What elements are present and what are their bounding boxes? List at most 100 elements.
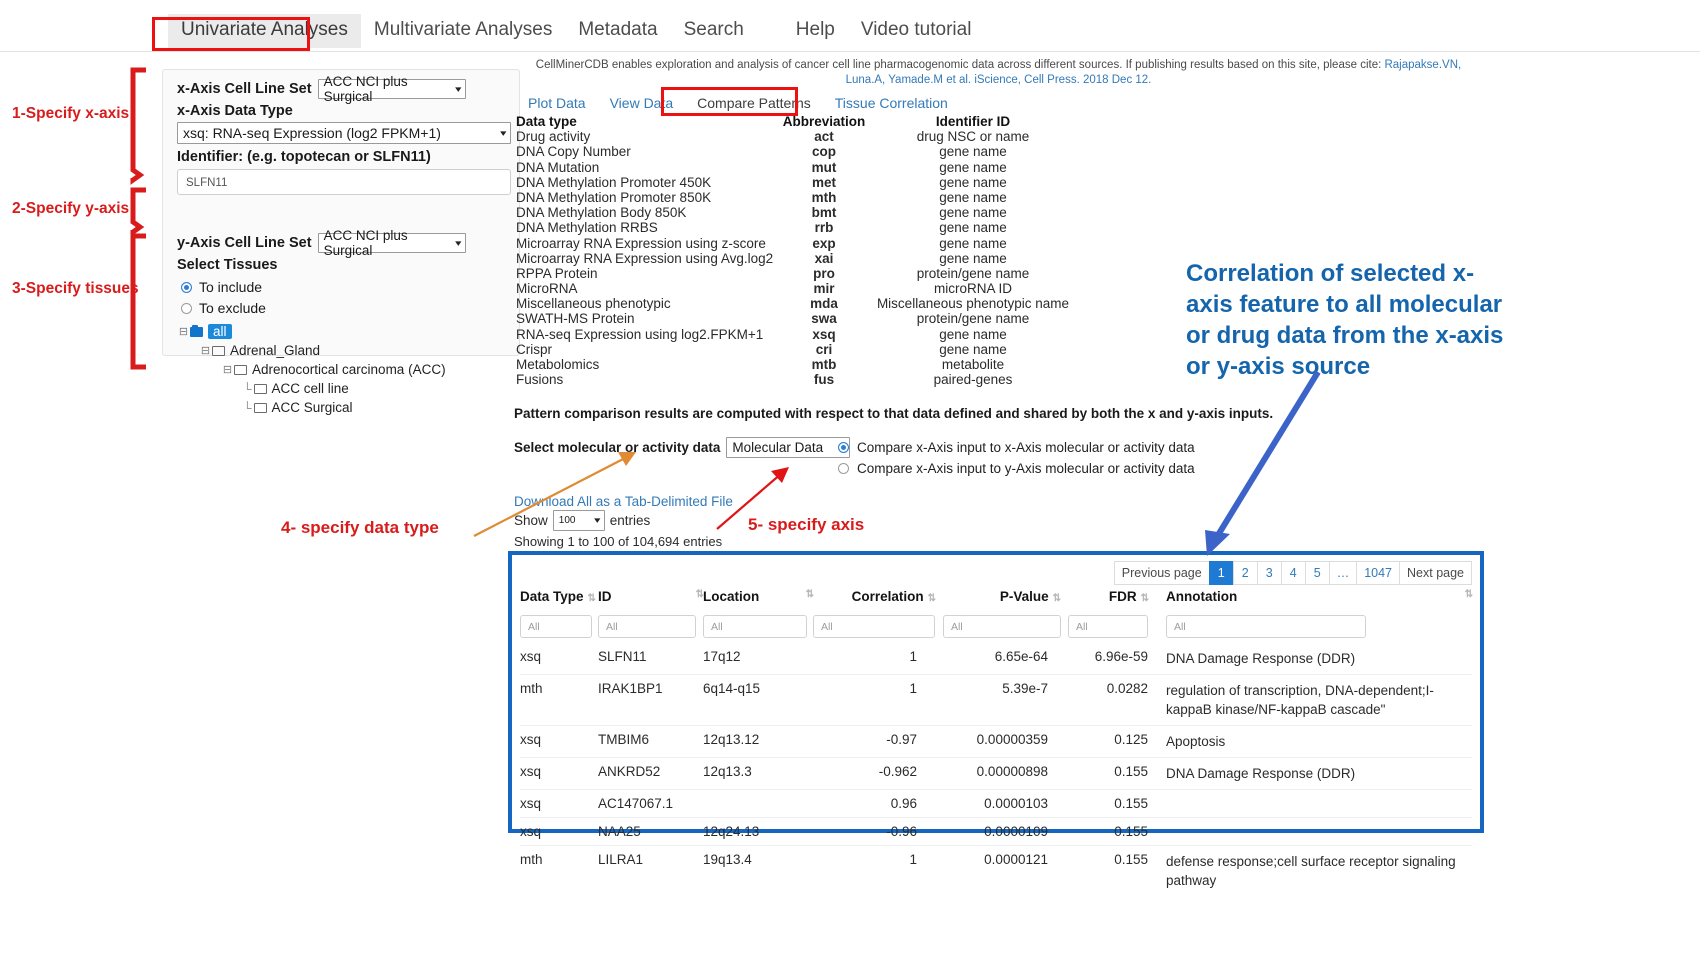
- col-header-annotation[interactable]: Annotation⇅: [1156, 589, 1472, 604]
- col-header-fdr[interactable]: FDR⇅: [1068, 589, 1156, 604]
- datatype-name: Metabolomics: [516, 357, 778, 372]
- pagination-button[interactable]: Next page: [1399, 561, 1472, 585]
- nav-item-help[interactable]: Help: [783, 14, 848, 48]
- compare-option-x-axis[interactable]: Compare x-Axis input to x-Axis molecular…: [838, 437, 1195, 458]
- result-cell-id: ANKRD52: [598, 764, 703, 779]
- download-tab-delimited-link[interactable]: Download All as a Tab-Delimited File: [514, 494, 733, 509]
- expand-collapse-icon[interactable]: ⊟: [221, 363, 234, 376]
- tree-node-acc-cell-line[interactable]: └ ACC cell line: [177, 379, 511, 398]
- tab-compare-patterns[interactable]: Compare Patterns: [685, 89, 823, 117]
- col-header-annotation-label: Annotation: [1166, 589, 1237, 604]
- datatype-abbreviation: met: [778, 175, 870, 190]
- tree-node-acc[interactable]: ⊟ Adrenocortical carcinoma (ACC): [177, 360, 511, 379]
- column-filters: All All All All All All All: [512, 615, 1480, 638]
- table-row[interactable]: xsqAC147067.10.960.00001030.155: [520, 789, 1472, 817]
- datatype-name: DNA Methylation Promoter 850K: [516, 190, 778, 205]
- table-row[interactable]: xsqTMBIM612q13.12-0.970.000003590.125Apo…: [520, 725, 1472, 757]
- col-header-location-label: Location: [703, 589, 759, 604]
- results-table-header: Data Type⇅ ID⇅ Location⇅ Correlation⇅ P-…: [512, 589, 1480, 604]
- radio-to-exclude[interactable]: To exclude: [181, 300, 511, 316]
- result-cell-pvalue: 0.0000103: [943, 796, 1068, 811]
- tab-view-data[interactable]: View Data: [598, 89, 686, 117]
- folder-icon: [254, 384, 267, 394]
- col-header-id[interactable]: ID⇅: [598, 589, 703, 604]
- result-cell-id: IRAK1BP1: [598, 681, 703, 696]
- datatype-abbreviation: mth: [778, 190, 870, 205]
- x-axis-datatype-select[interactable]: xsq: RNA-seq Expression (log2 FPKM+1) ▾: [177, 122, 511, 144]
- datatype-identifier-id: gene name: [870, 220, 1076, 235]
- nav-item-multivariate-analyses[interactable]: Multivariate Analyses: [361, 14, 565, 48]
- filter-input-id[interactable]: All: [598, 615, 696, 638]
- nav-items: Univariate Analyses Multivariate Analyse…: [168, 14, 984, 48]
- datatype-identifier-id: paired-genes: [870, 372, 1076, 387]
- tab-tissue-correlation[interactable]: Tissue Correlation: [823, 89, 960, 117]
- datatype-name: Fusions: [516, 372, 778, 387]
- pagination-button[interactable]: 1047: [1356, 561, 1400, 585]
- filter-input-location[interactable]: All: [703, 615, 807, 638]
- nav-item-metadata[interactable]: Metadata: [565, 14, 670, 48]
- sort-icon: ⇅: [1141, 593, 1148, 604]
- table-row[interactable]: xsqNAA2512q24.13-0.960.00001090.155: [520, 817, 1472, 845]
- radio-to-include[interactable]: To include: [181, 279, 511, 295]
- table-row[interactable]: mthLILRA119q13.410.00001210.155defense r…: [520, 845, 1472, 896]
- filter-input-pvalue[interactable]: All: [943, 615, 1061, 638]
- result-cell-correlation: -0.96: [813, 824, 943, 839]
- show-entries-suffix: entries: [610, 513, 651, 528]
- datatype-table-row: Microarray RNA Expression using Avg.log2…: [516, 251, 1076, 266]
- nav-item-search[interactable]: Search: [671, 14, 757, 48]
- tree-node-adrenal-gland[interactable]: ⊟ Adrenal_Gland: [177, 341, 511, 360]
- pagination-button[interactable]: 1: [1209, 561, 1234, 585]
- select-molecular-data-select[interactable]: Molecular Data ▾: [726, 437, 850, 458]
- tree-node-acc-surgical[interactable]: └ ACC Surgical: [177, 398, 511, 417]
- col-header-data-type[interactable]: Data Type⇅: [520, 589, 598, 604]
- result-cell-pvalue: 0.00000898: [943, 764, 1068, 779]
- col-header-pvalue[interactable]: P-Value⇅: [943, 589, 1068, 604]
- datatype-abbreviation: mda: [778, 296, 870, 311]
- col-header-correlation[interactable]: Correlation⇅: [813, 589, 943, 604]
- table-row[interactable]: xsqANKRD5212q13.3-0.9620.000008980.155DN…: [520, 757, 1472, 789]
- expand-collapse-icon[interactable]: ⊟: [177, 325, 190, 338]
- pagination-button[interactable]: …: [1329, 561, 1358, 585]
- datatype-name: DNA Methylation Body 850K: [516, 205, 778, 220]
- expand-collapse-icon[interactable]: ⊟: [199, 344, 212, 357]
- nav-item-univariate-analyses[interactable]: Univariate Analyses: [168, 14, 361, 48]
- pagination-button[interactable]: Previous page: [1114, 561, 1210, 585]
- result-cell-correlation: -0.97: [813, 732, 943, 747]
- table-row[interactable]: mthIRAK1BP16q14-q1515.39e-70.0282regulat…: [520, 674, 1472, 725]
- datatype-reference-table: Data type Abbreviation Identifier ID Dru…: [516, 114, 1076, 387]
- col-header-data-type-label: Data Type: [520, 589, 584, 604]
- pagination-button[interactable]: 4: [1281, 561, 1306, 585]
- datatype-identifier-id: gene name: [870, 236, 1076, 251]
- filter-cell-annotation: All: [1156, 615, 1472, 638]
- x-axis-cellline-select[interactable]: ACC NCI plus Surgical ▾: [318, 79, 466, 99]
- datatype-table-row: DNA Copy Numbercopgene name: [516, 144, 1076, 159]
- pagination-button[interactable]: 5: [1305, 561, 1330, 585]
- filter-input-fdr[interactable]: All: [1068, 615, 1148, 638]
- pagination-button[interactable]: 2: [1233, 561, 1258, 585]
- show-entries-select[interactable]: 100 ▾: [553, 510, 605, 531]
- result-cell-location: 17q12: [703, 649, 813, 664]
- table-row[interactable]: xsqSLFN1117q1216.65e-646.96e-59DNA Damag…: [520, 643, 1472, 674]
- filter-input-annotation[interactable]: All: [1166, 615, 1366, 638]
- select-molecular-data-row: Select molecular or activity data Molecu…: [514, 437, 850, 458]
- result-cell-location: 12q24.13: [703, 824, 813, 839]
- tree-node-all[interactable]: ⊟ all: [177, 322, 511, 341]
- pagination-button[interactable]: 3: [1257, 561, 1282, 585]
- parameters-panel: x-Axis Cell Line Set ACC NCI plus Surgic…: [162, 69, 520, 356]
- sort-icon: ⇅: [806, 589, 813, 600]
- filter-cell-id: All: [598, 615, 703, 638]
- filter-input-data-type[interactable]: All: [520, 615, 592, 638]
- nav-item-video-tutorial[interactable]: Video tutorial: [848, 14, 985, 48]
- col-header-location[interactable]: Location ⇅: [703, 589, 813, 604]
- result-cell-pvalue: 0.0000109: [943, 824, 1068, 839]
- chevron-down-icon: ▾: [501, 128, 507, 139]
- filter-cell-pvalue: All: [943, 615, 1068, 638]
- y-axis-cellline-select[interactable]: ACC NCI plus Surgical ▾: [318, 233, 466, 253]
- datatype-abbreviation: bmt: [778, 205, 870, 220]
- compare-option-y-axis[interactable]: Compare x-Axis input to y-Axis molecular…: [838, 458, 1195, 479]
- result-cell-fdr: 0.155: [1068, 764, 1156, 779]
- filter-input-correlation[interactable]: All: [813, 615, 935, 638]
- identifier-input[interactable]: SLFN11: [177, 169, 511, 195]
- tab-plot-data[interactable]: Plot Data: [516, 89, 598, 117]
- datatype-name: Miscellaneous phenotypic: [516, 296, 778, 311]
